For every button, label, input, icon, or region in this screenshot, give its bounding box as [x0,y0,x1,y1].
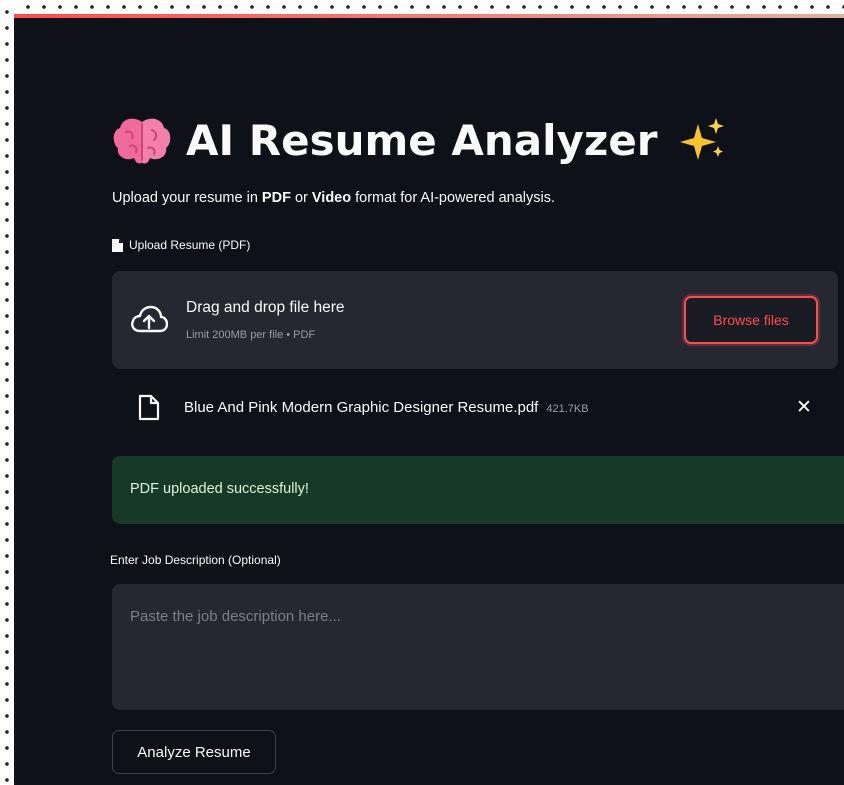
sparkles-icon [679,118,724,160]
intro-middle: or [290,190,312,206]
success-alert: PDF uploaded successfully! [112,456,844,524]
intro-suffix: format for AI-powered analysis. [351,190,555,206]
job-description-input[interactable] [112,584,844,710]
file-dropzone[interactable]: Drag and drop file here Limit 200MB per … [112,271,838,369]
capture-border-left [0,0,14,785]
header-decoration-strip [14,14,844,18]
document-icon [112,238,123,252]
page-title: AI Resume Analyzer [112,110,728,170]
intro-prefix: Upload your resume in [112,190,262,206]
job-description-label: Enter Job Description (Optional) [110,553,281,567]
browse-files-button[interactable]: Browse files [684,296,818,344]
app-container: AI Resume Analyzer Upload your resume in… [14,14,844,785]
uploaded-file-name: Blue And Pink Modern Graphic Designer Re… [184,399,589,416]
dropzone-limit: Limit 200MB per file • PDF [186,329,316,341]
upload-label: Upload Resume (PDF) [112,238,250,252]
uploaded-file-size: 421.7KB [546,403,589,415]
intro-text: Upload your resume in PDF or Video forma… [112,190,555,206]
cloud-upload-icon [131,305,168,333]
close-icon[interactable]: ✕ [794,398,814,418]
intro-pdf-emphasis: PDF [261,190,291,206]
analyze-resume-button[interactable]: Analyze Resume [112,730,276,774]
uploaded-file-name-text: Blue And Pink Modern Graphic Designer Re… [184,399,539,416]
uploaded-file-item: Blue And Pink Modern Graphic Designer Re… [112,386,838,430]
dropzone-instructions: Drag and drop file here [186,299,345,316]
file-icon [138,394,160,421]
brain-icon [113,118,171,164]
intro-video-emphasis: Video [311,190,352,206]
upload-label-text: Upload Resume (PDF) [129,238,251,252]
capture-border-top [0,0,844,14]
success-alert-text: PDF uploaded successfully! [130,481,309,497]
page-title-text: AI Resume Analyzer [186,115,658,165]
